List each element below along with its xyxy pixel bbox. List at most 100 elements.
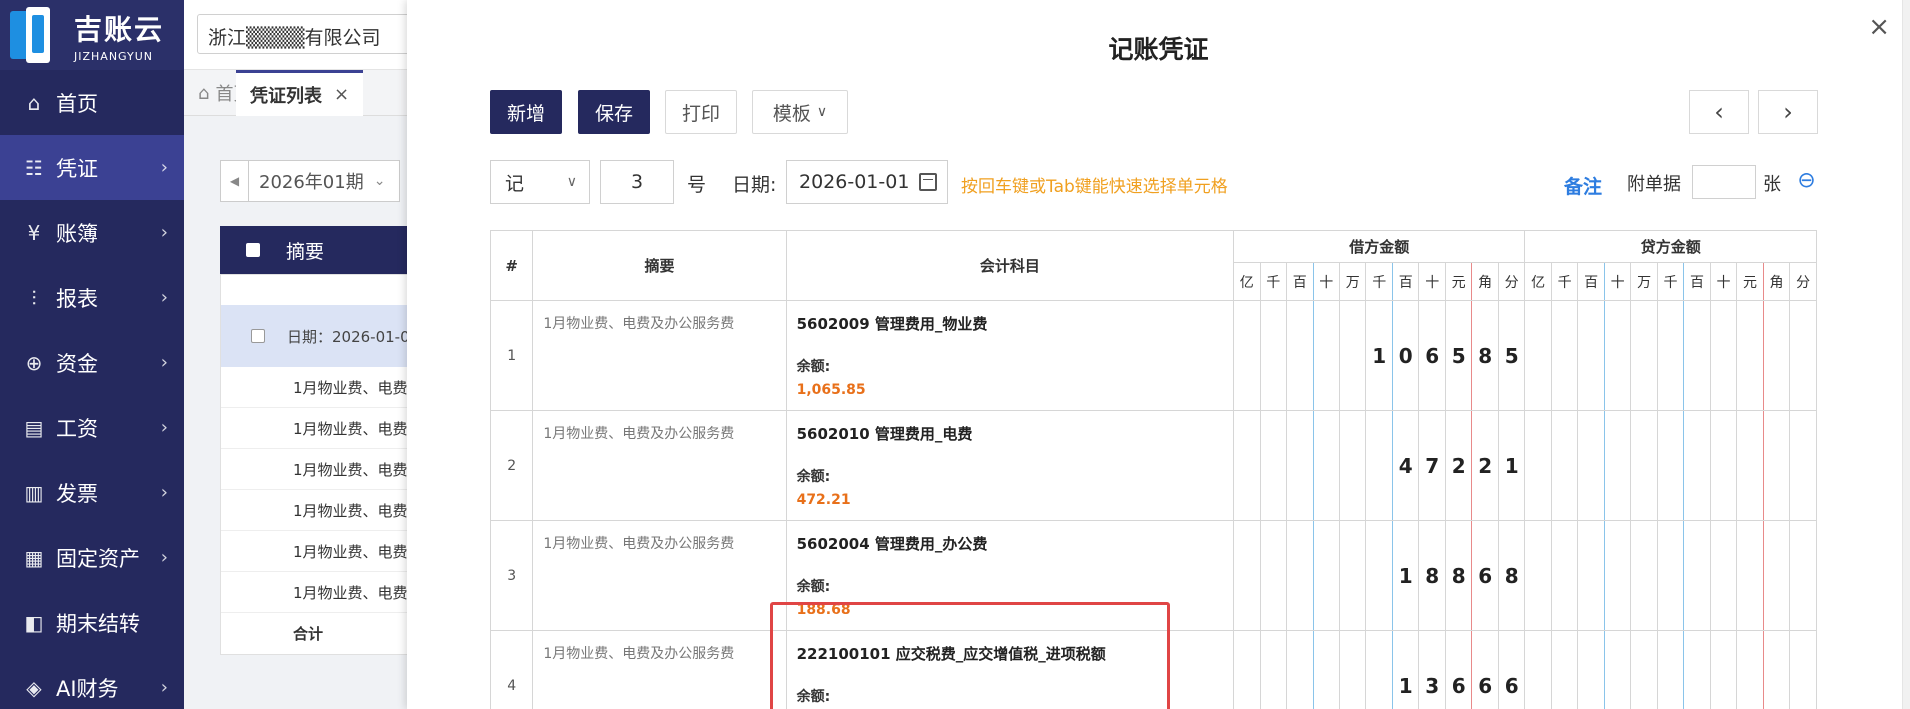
credit-digit-cell[interactable]: [1550, 410, 1579, 521]
debit-digit-cell[interactable]: [1286, 410, 1314, 521]
debit-digit-cell[interactable]: 7: [1418, 410, 1446, 521]
credit-digit-cell[interactable]: [1524, 630, 1552, 709]
debit-digit-cell[interactable]: 5: [1497, 300, 1526, 411]
debit-digit-cell[interactable]: [1338, 630, 1367, 709]
sidebar-item-1[interactable]: ☷ 凭证 ›: [0, 135, 184, 200]
sidebar-item-4[interactable]: ⊕ 资金 ›: [0, 330, 184, 395]
credit-digit-cell[interactable]: [1789, 520, 1817, 631]
credit-digit-cell[interactable]: [1762, 520, 1791, 631]
credit-digit-cell[interactable]: [1656, 520, 1685, 631]
credit-digit-cell[interactable]: [1762, 410, 1791, 521]
debit-digit-cell[interactable]: 5: [1444, 300, 1473, 411]
voucher-number-input[interactable]: 3: [600, 160, 674, 204]
credit-digit-cell[interactable]: [1709, 630, 1738, 709]
credit-digit-cell[interactable]: [1656, 630, 1685, 709]
credit-digit-cell[interactable]: [1524, 410, 1552, 521]
new-button[interactable]: 新增: [490, 90, 562, 134]
debit-digit-cell[interactable]: 6: [1471, 630, 1499, 709]
credit-digit-cell[interactable]: [1656, 410, 1685, 521]
credit-digit-cell[interactable]: [1736, 630, 1764, 709]
credit-digit-cell[interactable]: [1603, 410, 1632, 521]
period-selector[interactable]: ◀ 2026年01期 ⌄: [220, 160, 400, 202]
next-voucher-button[interactable]: ›: [1758, 90, 1818, 134]
debit-digit-cell[interactable]: 1: [1391, 630, 1420, 709]
credit-digit-cell[interactable]: [1550, 520, 1579, 631]
credit-digit-cell[interactable]: [1577, 520, 1605, 631]
credit-digit-cell[interactable]: [1789, 410, 1817, 521]
voucher-word-select[interactable]: 记 ∨: [490, 160, 590, 204]
attachment-count-input[interactable]: [1692, 165, 1756, 199]
sidebar-item-9[interactable]: ◈ AI财务 ›: [0, 655, 184, 709]
credit-digit-cell[interactable]: [1709, 520, 1738, 631]
debit-digit-cell[interactable]: [1259, 300, 1288, 411]
debit-digit-cell[interactable]: 8: [1471, 300, 1499, 411]
debit-digit-cell[interactable]: [1312, 520, 1341, 631]
date-input[interactable]: 2026-01-01: [786, 160, 948, 204]
debit-digit-cell[interactable]: [1312, 300, 1341, 411]
credit-digit-cell[interactable]: [1709, 410, 1738, 521]
debit-digit-cell[interactable]: 6: [1444, 630, 1473, 709]
debit-digit-cell[interactable]: [1286, 520, 1314, 631]
account-cell[interactable]: 5602009 管理费用_物业费 余额: 1,065.85: [785, 300, 1235, 411]
debit-digit-cell[interactable]: [1365, 520, 1393, 631]
list-item[interactable]: 1月物业费、电费: [221, 367, 419, 408]
scrollbar[interactable]: [1902, 0, 1910, 709]
debit-digit-cell[interactable]: [1286, 300, 1314, 411]
select-all-checkbox[interactable]: [246, 243, 260, 257]
debit-digit-cell[interactable]: [1312, 410, 1341, 521]
debit-digit-cell[interactable]: [1259, 410, 1288, 521]
credit-digit-cell[interactable]: [1736, 410, 1764, 521]
voucher-date-row[interactable]: 日期：2026-01-0: [221, 305, 419, 367]
credit-digit-cell[interactable]: [1550, 630, 1579, 709]
list-item[interactable]: 1月物业费、电费: [221, 408, 419, 449]
credit-digit-cell[interactable]: [1762, 630, 1791, 709]
account-cell[interactable]: 5602004 管理费用_办公费 余额: 188.68: [785, 520, 1235, 631]
sidebar-item-3[interactable]: ⫶ 报表 ›: [0, 265, 184, 330]
debit-digit-cell[interactable]: [1312, 630, 1341, 709]
debit-digit-cell[interactable]: 6: [1497, 630, 1526, 709]
table-row[interactable]: 1 1月物业费、电费及办公服务费 5602009 管理费用_物业费 余额: 1,065.…: [489, 300, 1817, 411]
debit-digit-cell[interactable]: 4: [1391, 410, 1420, 521]
logo[interactable]: 吉账云 JIZHANGYUN: [0, 0, 184, 70]
credit-digit-cell[interactable]: [1524, 300, 1552, 411]
debit-digit-cell[interactable]: 1: [1365, 300, 1393, 411]
debit-digit-cell[interactable]: 3: [1418, 630, 1446, 709]
credit-digit-cell[interactable]: [1762, 300, 1791, 411]
sidebar-item-8[interactable]: ◧ 期末结转: [0, 590, 184, 655]
company-selector[interactable]: 浙江▒▒▒▒有限公司: [197, 14, 437, 54]
debit-digit-cell[interactable]: 2: [1444, 410, 1473, 521]
credit-digit-cell[interactable]: [1656, 300, 1685, 411]
debit-digit-cell[interactable]: [1338, 520, 1367, 631]
debit-digit-cell[interactable]: [1233, 520, 1261, 631]
credit-digit-cell[interactable]: [1630, 630, 1658, 709]
table-row[interactable]: 2 1月物业费、电费及办公服务费 5602010 管理费用_电费 余额: 472.21 4…: [489, 410, 1817, 521]
credit-digit-cell[interactable]: [1736, 300, 1764, 411]
list-item[interactable]: 1月物业费、电费: [221, 572, 419, 613]
debit-digit-cell[interactable]: 8: [1418, 520, 1446, 631]
debit-digit-cell[interactable]: [1338, 300, 1367, 411]
summary-cell[interactable]: 1月物业费、电费及办公服务费: [532, 410, 787, 521]
tab-voucher-list[interactable]: 凭证列表 ×: [236, 70, 364, 116]
debit-digit-cell[interactable]: 8: [1444, 520, 1473, 631]
account-cell[interactable]: 5602010 管理费用_电费 余额: 472.21: [785, 410, 1235, 521]
debit-digit-cell[interactable]: 6: [1418, 300, 1446, 411]
credit-digit-cell[interactable]: [1709, 300, 1738, 411]
summary-cell[interactable]: 1月物业费、电费及办公服务费: [532, 630, 787, 709]
sidebar-item-5[interactable]: ▤ 工资 ›: [0, 395, 184, 460]
debit-digit-cell[interactable]: [1365, 630, 1393, 709]
sidebar-item-6[interactable]: ▥ 发票 ›: [0, 460, 184, 525]
account-cell[interactable]: 222100101 应交税费_应交增值税_进项税额余额:53,396.75: [785, 630, 1235, 709]
debit-digit-cell[interactable]: 6: [1471, 520, 1499, 631]
debit-digit-cell[interactable]: [1365, 410, 1393, 521]
credit-digit-cell[interactable]: [1683, 410, 1711, 521]
credit-digit-cell[interactable]: [1603, 520, 1632, 631]
credit-digit-cell[interactable]: [1577, 410, 1605, 521]
debit-digit-cell[interactable]: 8: [1497, 520, 1526, 631]
credit-digit-cell[interactable]: [1550, 300, 1579, 411]
credit-digit-cell[interactable]: [1630, 410, 1658, 521]
list-item[interactable]: 1月物业费、电费: [221, 531, 419, 572]
credit-digit-cell[interactable]: [1789, 300, 1817, 411]
sidebar-item-2[interactable]: ¥ 账簿 ›: [0, 200, 184, 265]
voucher-checkbox[interactable]: [251, 329, 265, 343]
debit-digit-cell[interactable]: [1233, 630, 1261, 709]
